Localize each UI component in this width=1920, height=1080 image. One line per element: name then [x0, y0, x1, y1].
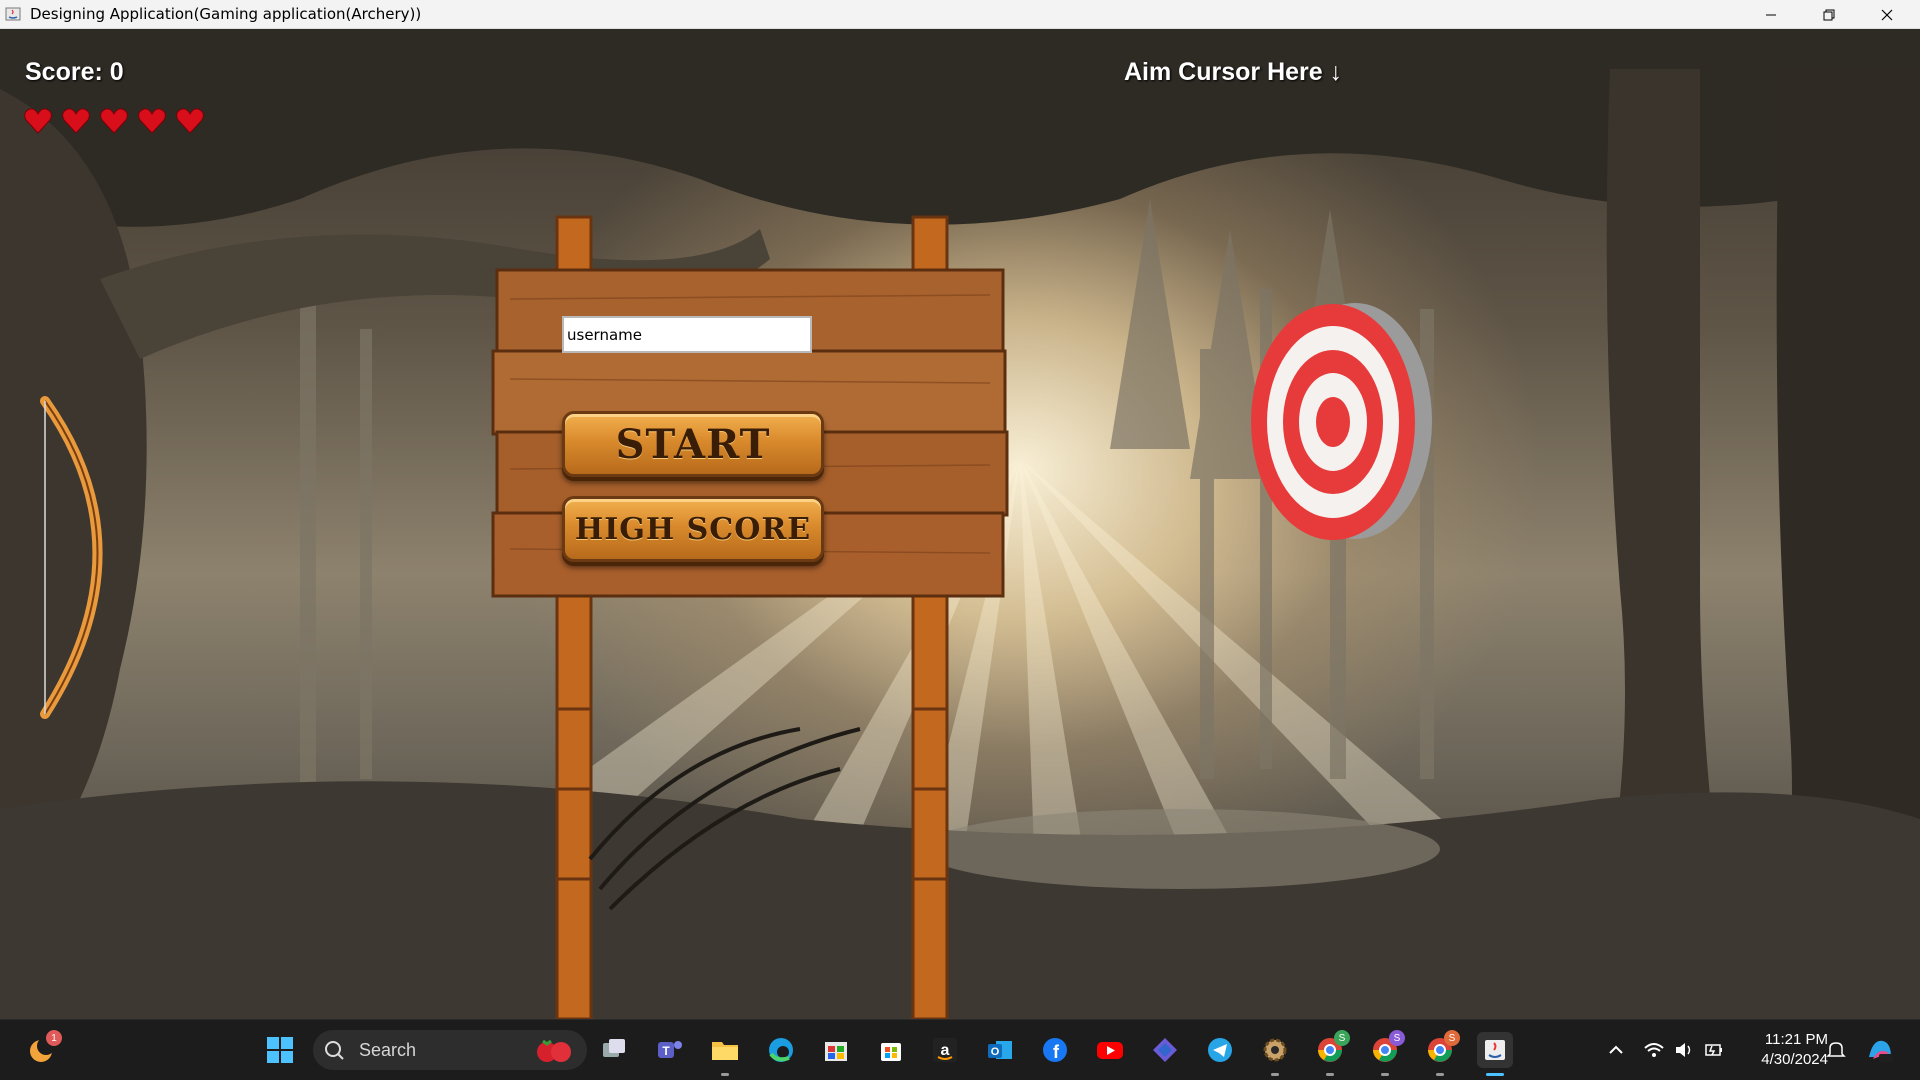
chrome-button-2[interactable]: S	[1367, 1030, 1405, 1076]
settings-button[interactable]	[1257, 1032, 1293, 1076]
edge-button[interactable]	[763, 1032, 799, 1068]
svg-text:O: O	[991, 1046, 1000, 1058]
minimize-icon	[1766, 14, 1776, 15]
teams-icon: T	[658, 1041, 682, 1058]
svg-text:f: f	[1053, 1042, 1060, 1062]
profile-badge: S	[1444, 1030, 1460, 1046]
notification-badge: 1	[46, 1030, 62, 1046]
window-title: Designing Application(Gaming application…	[30, 5, 422, 23]
taskbar: 1 Search T a O f S S S 11:21 PM 4/30/202…	[0, 1019, 1920, 1080]
java-app-icon	[5, 7, 21, 21]
task-view-icon	[603, 1039, 625, 1057]
microsoft-store-button[interactable]	[873, 1032, 909, 1068]
pond	[920, 809, 1440, 889]
heart-icon	[62, 108, 90, 134]
time-label: 11:21 PM	[1764, 1031, 1828, 1048]
battery-icon	[1705, 1044, 1722, 1056]
profile-badge: S	[1334, 1030, 1350, 1046]
running-indicator	[1326, 1073, 1334, 1076]
target-icon	[1251, 303, 1432, 540]
running-indicator	[721, 1073, 729, 1076]
profile-badge: S	[1389, 1030, 1405, 1046]
microsoft-store-icon	[881, 1043, 901, 1061]
search-label: Search	[359, 1039, 417, 1060]
telegram-button[interactable]	[1202, 1032, 1238, 1068]
title-bar: Designing Application(Gaming application…	[0, 0, 1920, 29]
file-explorer-button[interactable]	[707, 1032, 743, 1076]
close-button[interactable]	[1858, 0, 1916, 29]
running-indicator	[1436, 1073, 1444, 1076]
store-button[interactable]	[818, 1032, 854, 1068]
widgets-button[interactable]: 1	[24, 1030, 62, 1068]
running-indicator	[1271, 1073, 1279, 1076]
svg-text:a: a	[941, 1042, 950, 1059]
windows-start-icon	[267, 1037, 293, 1063]
close-icon	[1881, 9, 1893, 20]
java-icon	[1485, 1040, 1505, 1060]
clock[interactable]: 11:21 PM 4/30/2024	[1738, 1030, 1828, 1070]
amazon-button[interactable]: a	[927, 1032, 963, 1068]
copilot-tray-button[interactable]	[1862, 1032, 1898, 1068]
show-hidden-icons-button[interactable]	[1598, 1032, 1634, 1068]
game-canvas[interactable]: Score: 0 Aim Cursor Here ↓ START HIGH SC…	[0, 29, 1920, 1019]
heart-icon	[24, 108, 52, 134]
facebook-icon: f	[1043, 1038, 1067, 1062]
active-indicator	[1486, 1073, 1504, 1076]
heart-icon	[100, 108, 128, 134]
lives-indicator	[24, 108, 204, 134]
notification-bell-icon	[1826, 1042, 1846, 1057]
copilot-pre-icon	[1869, 1040, 1893, 1062]
start-button[interactable]: START	[562, 411, 824, 477]
chevron-up-icon	[1609, 1045, 1623, 1054]
task-view-button[interactable]	[596, 1032, 632, 1068]
teams-button[interactable]: T	[652, 1032, 688, 1068]
username-input[interactable]	[562, 316, 812, 353]
notifications-button[interactable]	[1818, 1032, 1854, 1068]
settings-icon	[1263, 1038, 1287, 1062]
outlook-button[interactable]: O	[982, 1032, 1018, 1068]
volume-icon	[1676, 1043, 1691, 1057]
restore-icon	[1823, 9, 1835, 20]
strawberry-icon	[537, 1039, 571, 1062]
start-button-taskbar[interactable]	[262, 1032, 298, 1068]
wifi-icon	[1644, 1043, 1664, 1057]
store-icon	[825, 1042, 847, 1061]
running-indicator	[1381, 1073, 1389, 1076]
heart-icon	[176, 108, 204, 134]
app-window: Designing Application(Gaming application…	[0, 0, 1920, 1080]
aim-hint: Aim Cursor Here ↓	[1124, 58, 1343, 86]
high-score-button[interactable]: HIGH SCORE	[562, 496, 824, 562]
edge-icon	[769, 1038, 793, 1062]
chrome-button-1[interactable]: S	[1312, 1030, 1350, 1076]
restore-button[interactable]	[1800, 0, 1858, 29]
java-app-button[interactable]	[1477, 1032, 1513, 1076]
file-explorer-icon	[712, 1042, 738, 1060]
copilot-button[interactable]	[1147, 1032, 1183, 1068]
youtube-button[interactable]	[1092, 1032, 1128, 1068]
chrome-button-3[interactable]: S	[1422, 1030, 1460, 1076]
search-icon	[325, 1041, 344, 1060]
outlook-icon: O	[988, 1041, 1012, 1059]
youtube-icon	[1097, 1042, 1123, 1059]
score-display: Score: 0	[25, 58, 124, 86]
facebook-button[interactable]: f	[1037, 1032, 1073, 1068]
amazon-icon: a	[933, 1038, 957, 1062]
copilot-icon	[1153, 1038, 1177, 1062]
heart-icon	[138, 108, 166, 134]
battery-button[interactable]	[1696, 1032, 1732, 1068]
minimize-button[interactable]	[1742, 0, 1800, 29]
svg-text:T: T	[662, 1044, 670, 1058]
forest-background	[0, 29, 1920, 1019]
taskbar-search[interactable]: Search	[313, 1030, 587, 1070]
telegram-icon	[1208, 1038, 1232, 1062]
date-label: 4/30/2024	[1761, 1051, 1828, 1068]
